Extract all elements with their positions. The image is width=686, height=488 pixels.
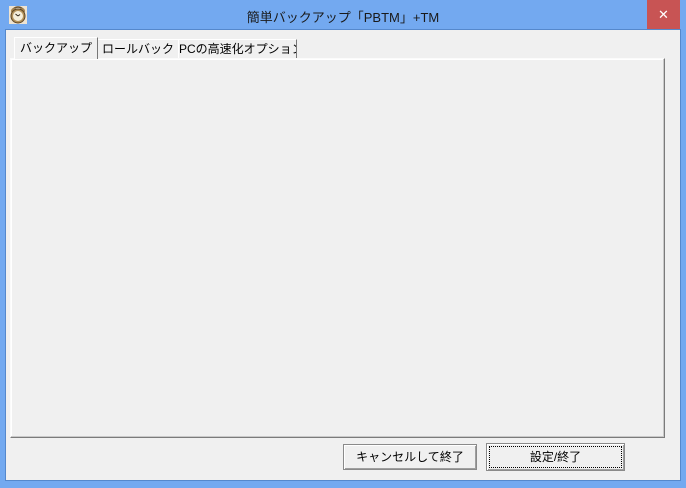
tab-backup[interactable]: バックアップ [14,37,98,59]
tab-rollback[interactable]: ロールバック [97,39,179,59]
app-window: 簡単バックアップ「PBTM」+TM ✕ バックアップ ロールバック PCの高速化… [0,0,686,488]
close-button[interactable]: ✕ [647,0,680,29]
cancel-exit-button[interactable]: キャンセルして終了 [343,444,477,470]
window-title: 簡単バックアップ「PBTM」+TM [246,10,440,25]
tab-pc-speedup[interactable]: PCの高速化オプション [178,39,297,59]
titlebar[interactable]: 簡単バックアップ「PBTM」+TM ✕ [0,0,686,30]
settings-exit-button[interactable]: 設定/終了 [486,443,625,471]
tabpage-backup [10,58,665,438]
focus-rectangle [489,446,622,468]
